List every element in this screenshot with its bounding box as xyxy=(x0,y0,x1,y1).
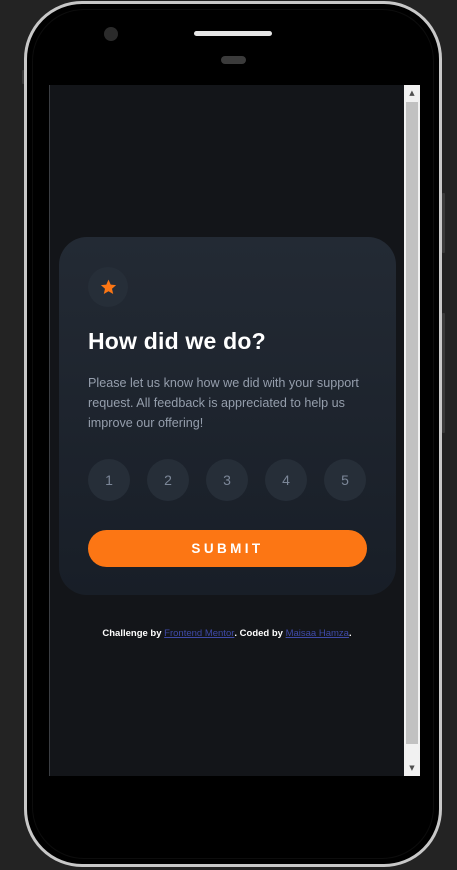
card-title: How did we do? xyxy=(88,328,266,354)
star-badge xyxy=(88,267,128,307)
earpiece-speaker xyxy=(194,31,272,36)
phone-volume-button xyxy=(442,193,445,253)
attribution-suffix: . xyxy=(348,628,352,639)
scrollbar-thumb[interactable] xyxy=(406,102,418,744)
rating-button-5[interactable]: 5 xyxy=(324,459,366,501)
attribution-prefix: Challenge by xyxy=(102,628,165,639)
frontend-mentor-link[interactable]: Frontend Mentor xyxy=(164,628,234,639)
card-description: Please let us know how we did with your … xyxy=(88,376,359,430)
scroll-down-arrow-icon[interactable]: ▼ xyxy=(404,760,420,776)
phone-power-button xyxy=(442,313,445,433)
submit-button[interactable]: SUBMIT xyxy=(88,530,367,567)
rating-button-1[interactable]: 1 xyxy=(88,459,130,501)
page-viewport: How did we do? Please let us know how we… xyxy=(50,85,404,776)
rating-button-3[interactable]: 3 xyxy=(206,459,248,501)
front-camera xyxy=(104,27,118,41)
rating-card: How did we do? Please let us know how we… xyxy=(59,237,396,595)
vertical-scrollbar[interactable]: ▲ ▼ xyxy=(404,85,420,776)
rating-options: 1 2 3 4 5 xyxy=(88,459,366,501)
attribution-middle: . Coded by xyxy=(234,628,286,639)
author-link[interactable]: Maisaa Hamza xyxy=(286,628,349,639)
rating-button-4[interactable]: 4 xyxy=(265,459,307,501)
phone-screen: How did we do? Please let us know how we… xyxy=(49,85,420,776)
device-emulator-stage: How did we do? Please let us know how we… xyxy=(0,0,457,870)
scroll-up-arrow-icon[interactable]: ▲ xyxy=(404,85,420,101)
rating-button-2[interactable]: 2 xyxy=(147,459,189,501)
star-icon xyxy=(100,279,116,294)
attribution: Challenge by Frontend Mentor. Coded by M… xyxy=(50,628,404,639)
proximity-sensor xyxy=(221,56,246,64)
